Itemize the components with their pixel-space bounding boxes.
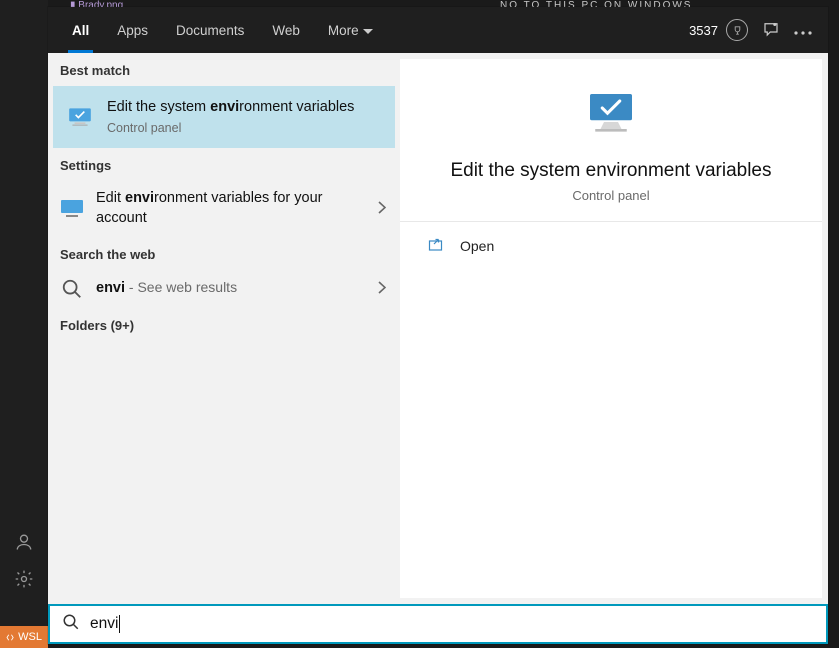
tab-apps[interactable]: Apps — [103, 7, 162, 53]
desktop-sidebar: WSL — [0, 0, 48, 648]
result-title: envi - See web results — [96, 278, 362, 299]
points-value: 3537 — [689, 23, 718, 38]
result-web-search[interactable]: envi - See web results — [48, 270, 400, 308]
search-icon — [62, 613, 80, 636]
wsl-status-badge[interactable]: WSL — [0, 626, 48, 648]
preview-subtitle: Control panel — [572, 188, 649, 203]
section-best-match: Best match — [48, 53, 400, 86]
section-folders: Folders (9+) — [48, 308, 400, 341]
preview-card: Edit the system environment variables Co… — [400, 59, 822, 598]
text-caret — [119, 615, 120, 633]
preview-column: Edit the system environment variables Co… — [400, 53, 828, 604]
tab-web[interactable]: Web — [258, 7, 314, 53]
section-settings: Settings — [48, 148, 400, 181]
monitor-icon — [60, 198, 84, 220]
action-open[interactable]: Open — [400, 222, 822, 269]
search-box[interactable]: envi — [48, 604, 828, 644]
tab-more[interactable]: More — [314, 7, 387, 53]
search-topbar: All Apps Documents Web More 3537 — [48, 7, 828, 53]
search-icon — [60, 278, 84, 300]
search-input[interactable]: envi — [90, 615, 814, 633]
user-icon[interactable] — [14, 532, 34, 557]
result-title: Edit environment variables for your acco… — [96, 189, 362, 228]
bg-frag-right: NO TO THIS PC ON WINDOWS — [500, 0, 692, 6]
monitor-check-icon — [583, 87, 639, 148]
search-panel: All Apps Documents Web More 3537 — [48, 7, 828, 644]
result-title: Edit the system environment variables — [107, 98, 357, 118]
rewards-points[interactable]: 3537 — [689, 19, 748, 41]
more-options-icon[interactable] — [794, 23, 812, 38]
trophy-icon — [726, 19, 748, 41]
chevron-right-icon — [378, 281, 386, 297]
section-web: Search the web — [48, 237, 400, 270]
tab-all[interactable]: All — [58, 7, 103, 53]
open-icon — [428, 236, 446, 255]
wsl-label: WSL — [18, 631, 42, 643]
tab-more-label: More — [328, 23, 359, 38]
preview-title: Edit the system environment variables — [450, 160, 771, 182]
monitor-check-icon — [65, 106, 95, 128]
search-query-text: envi — [90, 615, 118, 633]
result-best-match[interactable]: Edit the system environment variables Co… — [53, 86, 395, 148]
result-settings-env-user[interactable]: Edit environment variables for your acco… — [48, 181, 400, 236]
search-tabs: All Apps Documents Web More — [48, 7, 387, 53]
action-open-label: Open — [460, 238, 494, 254]
chevron-right-icon — [378, 201, 386, 217]
result-subtitle: Control panel — [107, 120, 357, 137]
gear-icon[interactable] — [14, 569, 34, 594]
chat-icon[interactable] — [762, 20, 780, 41]
chevron-down-icon — [363, 23, 373, 38]
results-column: Best match Edit the system environment v… — [48, 53, 400, 604]
tab-documents[interactable]: Documents — [162, 7, 258, 53]
